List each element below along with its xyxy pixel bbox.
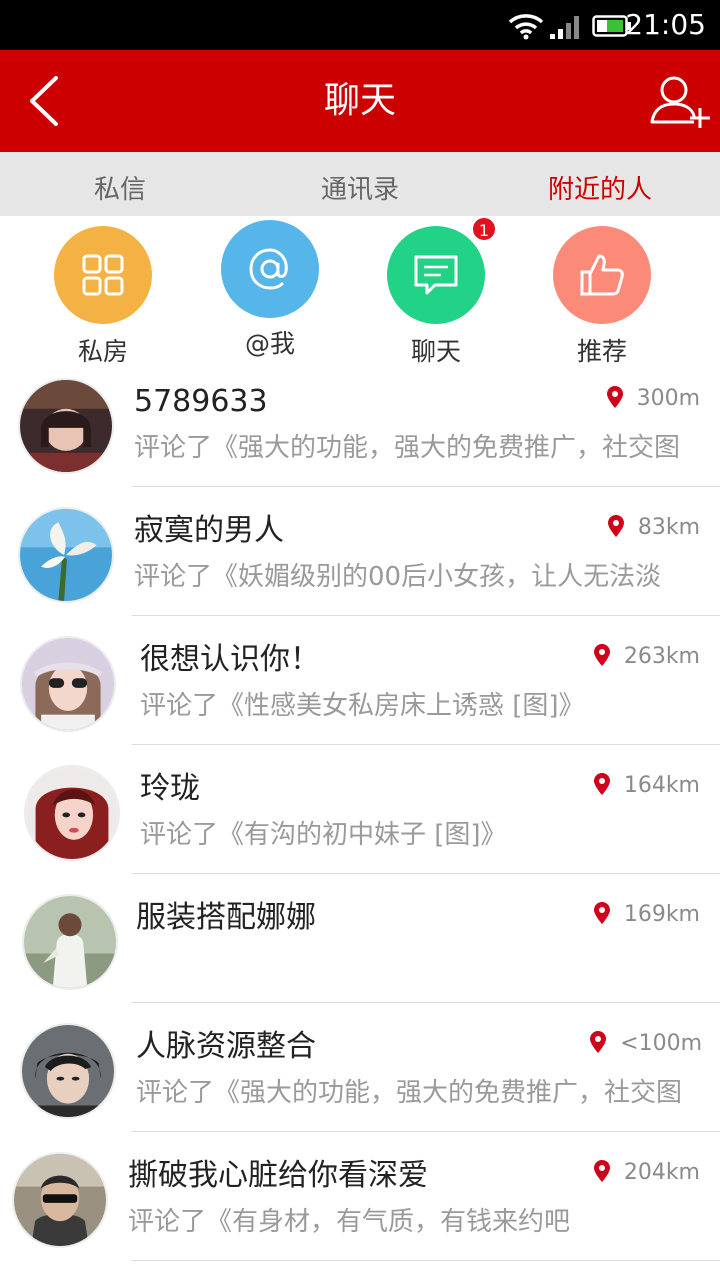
quick-label: @我	[244, 329, 295, 358]
location-pin-icon	[606, 386, 623, 408]
distance: 300m	[606, 384, 700, 414]
avatar	[20, 636, 116, 732]
avatar	[18, 507, 114, 603]
signal-icon	[550, 16, 579, 39]
person-name: 很想认识你！	[140, 642, 320, 677]
location-pin-icon	[593, 644, 610, 666]
list-item[interactable]: 很想认识你！ 263km 评论了《性感美女私房床上诱惑 [图]》	[0, 616, 720, 745]
avatar	[18, 378, 114, 474]
distance-value: 263km	[623, 644, 700, 669]
person-name: 玲珑	[140, 771, 200, 806]
avatar	[22, 894, 118, 990]
distance: <100m	[590, 1029, 702, 1059]
recommend-circle	[553, 226, 651, 324]
person-name: 服装搭配娜娜	[136, 900, 316, 935]
comment-text: 评论了《性感美女私房床上诱惑 [图]》	[140, 691, 585, 721]
distance: 204km	[593, 1158, 700, 1188]
comment-text: 评论了《有身材，有气质，有钱来约吧	[128, 1207, 571, 1237]
location-pin-icon	[593, 902, 610, 924]
distance: 164km	[593, 771, 700, 801]
comment-text: 评论了《强大的功能，强大的免费推广，社交图	[136, 1078, 683, 1108]
person-name: 寂寞的男人	[134, 513, 284, 548]
quick-private-room[interactable]: 私房	[43, 226, 163, 368]
list-item[interactable]: 玲珑 164km 评论了《有沟的初中妹子 [图]》	[0, 745, 720, 874]
status-bar: 21:05	[0, 0, 720, 50]
quick-mentions[interactable]: @我	[210, 220, 330, 360]
distance-value: 164km	[623, 773, 700, 798]
person-name: 5789633	[134, 384, 268, 419]
add-user-icon[interactable]	[648, 72, 712, 132]
list-item[interactable]: 人脉资源整合 <100m 评论了《强大的功能，强大的免费推广，社交图	[0, 1003, 720, 1132]
tab-contacts[interactable]: 通讯录	[240, 152, 480, 216]
distance-value: 204km	[623, 1160, 700, 1185]
clock: 21:05	[625, 8, 706, 41]
location-pin-icon	[593, 1160, 610, 1182]
distance: 263km	[593, 642, 700, 672]
divider	[132, 1260, 720, 1261]
location-pin-icon	[593, 773, 610, 795]
at-icon	[249, 248, 288, 290]
thumbs-up-icon	[580, 254, 624, 296]
location-pin-icon	[590, 1031, 607, 1053]
avatar	[20, 1023, 116, 1119]
unread-badge: 1	[471, 216, 497, 242]
tab-nearby-people[interactable]: 附近的人	[480, 152, 720, 216]
list-item[interactable]: 撕破我心脏给你看深爱 204km 评论了《有身材，有气质，有钱来约吧	[0, 1132, 720, 1261]
list-item[interactable]: 寂寞的男人 83km 评论了《妖媚级别的00后小女孩，让人无法淡	[0, 487, 720, 616]
quick-actions: 私房 @我 1 聊天 推荐	[0, 216, 720, 366]
mentions-circle	[221, 220, 319, 318]
distance-value: 300m	[636, 386, 700, 411]
distance: 83km	[607, 513, 700, 543]
distance-value: <100m	[620, 1031, 702, 1056]
avatar	[24, 765, 120, 861]
private-room-circle	[54, 226, 152, 324]
wifi-icon	[508, 14, 544, 40]
comment-text: 评论了《强大的功能，强大的免费推广，社交图	[134, 433, 681, 463]
tab-bar: 私信 通讯录 附近的人	[0, 152, 720, 216]
tab-private-messages[interactable]: 私信	[0, 152, 240, 216]
person-name: 人脉资源整合	[136, 1029, 316, 1064]
app-header: 聊天	[0, 50, 720, 152]
quick-recommend[interactable]: 推荐	[542, 226, 662, 368]
location-pin-icon	[607, 515, 624, 537]
comment-text: 评论了《有沟的初中妹子 [图]》	[140, 820, 507, 850]
distance-value: 169km	[623, 902, 700, 927]
comment-text: 评论了《妖媚级别的00后小女孩，让人无法淡	[134, 562, 662, 592]
page-title: 聊天	[323, 80, 396, 121]
chat-circle: 1	[387, 216, 497, 324]
chat-icon	[414, 255, 458, 295]
quick-chat[interactable]: 1 聊天	[376, 216, 497, 368]
list-item[interactable]: 服装搭配娜娜 169km	[0, 874, 720, 1003]
nearby-people-list: 5789633 300m 评论了《强大的功能，强大的免费推广，社交图 寂寞的男人…	[0, 358, 720, 1261]
grid-icon	[82, 254, 124, 296]
person-name: 撕破我心脏给你看深爱	[128, 1158, 428, 1193]
distance: 169km	[593, 900, 700, 930]
avatar	[12, 1152, 108, 1248]
list-item[interactable]: 5789633 300m 评论了《强大的功能，强大的免费推广，社交图	[0, 358, 720, 487]
distance-value: 83km	[637, 515, 700, 540]
